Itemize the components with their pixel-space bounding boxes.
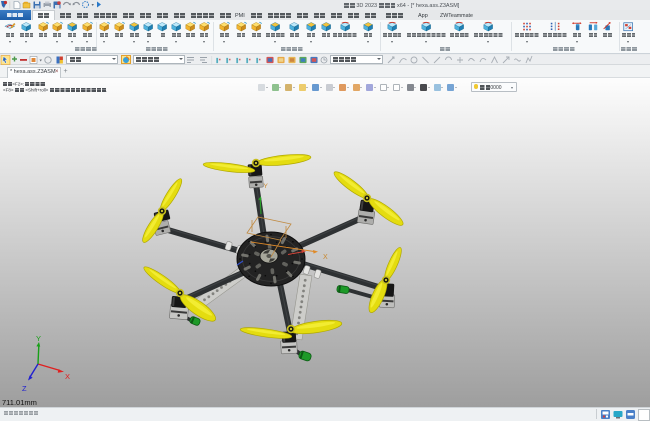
svg-text:Z: Z [22, 384, 27, 393]
svg-text:Y: Y [36, 334, 41, 343]
svg-text:Y: Y [264, 183, 269, 190]
svg-text:X: X [323, 254, 328, 261]
svg-text:X: X [65, 372, 70, 381]
